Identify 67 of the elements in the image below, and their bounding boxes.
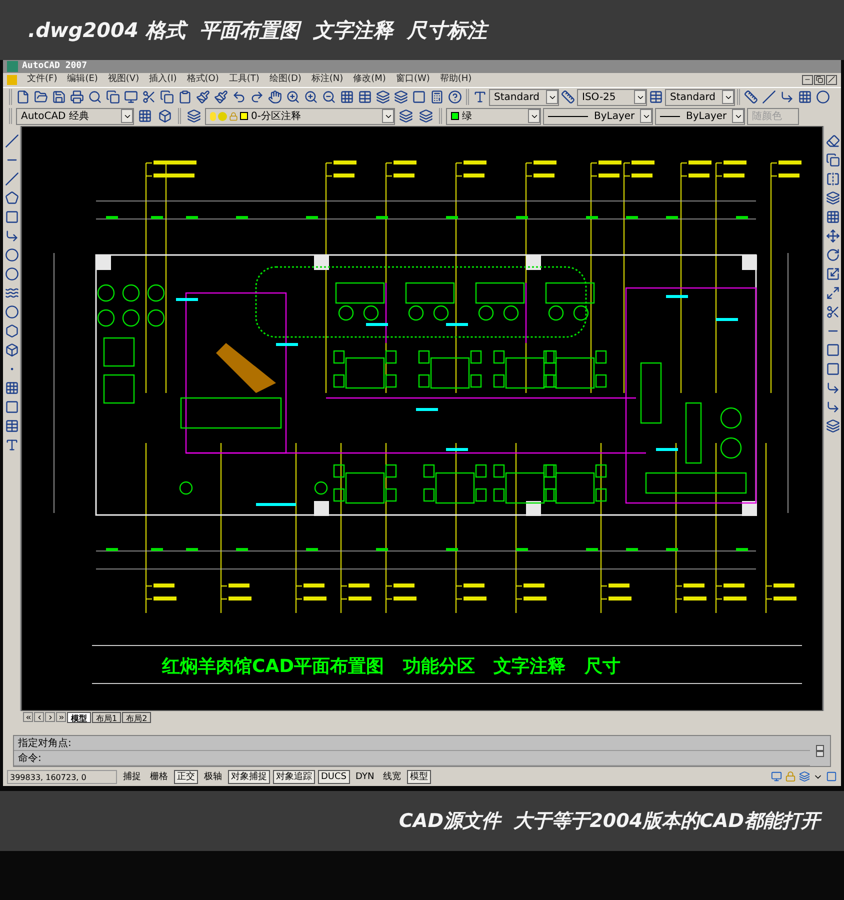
caption: CAD源文件 大于等于2004版本的CAD都能打开: [399, 806, 820, 836]
text-style-dropdown[interactable]: Standard: [489, 88, 559, 106]
plot-icon[interactable]: [68, 88, 86, 106]
status-toggle[interactable]: DYN: [352, 770, 378, 784]
status-toggle[interactable]: 线宽: [380, 770, 404, 784]
window-title: AutoCAD 2007: [22, 60, 88, 73]
layout-tab[interactable]: 布局2: [122, 712, 152, 723]
layer-dropdown[interactable]: 0-分区注释: [205, 108, 395, 125]
lineweight-dropdown[interactable]: ByLayer: [655, 108, 745, 125]
menu-item[interactable]: 窗口(W): [396, 73, 430, 87]
drawing-canvas[interactable]: 红焖羊肉馆CAD平面布置图 功能分区 文字注释 尺寸: [21, 126, 823, 712]
menu-item[interactable]: 格式(O): [186, 73, 219, 87]
polygon-icon[interactable]: [2, 188, 20, 207]
copy-icon[interactable]: [824, 150, 842, 169]
color-dropdown[interactable]: 绿: [446, 108, 541, 125]
status-toggle[interactable]: 捕捉: [120, 770, 144, 784]
move-icon[interactable]: [824, 226, 842, 245]
layer-color-swatch: [240, 112, 248, 120]
restore-icon[interactable]: [814, 74, 825, 85]
scroll-up-icon[interactable]: [816, 745, 824, 752]
next-tab-icon[interactable]: [45, 712, 55, 722]
status-toggle[interactable]: 对象追踪: [273, 770, 315, 784]
menu-item[interactable]: 视图(V): [108, 73, 140, 87]
lock-icon: [229, 112, 238, 121]
linetype-dropdown[interactable]: ByLayer: [543, 108, 653, 125]
app-logo-icon: [7, 61, 18, 72]
dimension-style-icon[interactable]: [559, 88, 577, 106]
sun-icon: [218, 112, 227, 121]
line-icon[interactable]: [2, 132, 20, 150]
command-window[interactable]: 指定对角点: 命令:: [13, 735, 831, 768]
menu-item[interactable]: 编辑(E): [67, 73, 98, 87]
banner-title: .dwg2004 格式 平面布置图 文字注释 尺寸标注: [28, 17, 488, 44]
coordinates: 399833, 160723, 0: [7, 770, 117, 784]
status-toggle[interactable]: 对象捕捉: [228, 770, 270, 784]
status-toggle[interactable]: 正交: [174, 770, 198, 784]
workspace-dropdown[interactable]: AutoCAD 经典: [16, 108, 134, 125]
line-sample: [548, 116, 588, 117]
menu-item[interactable]: 修改(M): [353, 73, 386, 87]
status-toggle[interactable]: 模型: [407, 770, 432, 784]
status-toggle[interactable]: 栅格: [147, 770, 171, 784]
command-line: 指定对角点:: [14, 736, 810, 752]
layout-tab[interactable]: 布局1: [92, 712, 122, 723]
pan-icon[interactable]: [266, 88, 284, 106]
menu-item[interactable]: 绘图(D): [269, 73, 302, 87]
minimize-icon[interactable]: [802, 74, 813, 85]
command-line: 命令:: [14, 751, 810, 766]
lightbulb-icon: [210, 112, 216, 121]
copy-icon[interactable]: [158, 88, 176, 106]
previous-tab-icon[interactable]: [34, 712, 44, 722]
scroll-down-icon[interactable]: [816, 751, 824, 758]
layout-tab[interactable]: 模型: [67, 712, 91, 723]
last-tab-icon[interactable]: [56, 712, 66, 722]
line-sample: [660, 116, 680, 117]
first-tab-icon[interactable]: [23, 712, 33, 722]
status-toggle[interactable]: 极轴: [201, 770, 225, 784]
dimension-style-dropdown[interactable]: ISO-25: [577, 88, 647, 106]
circle-icon[interactable]: [2, 246, 20, 264]
menu-item[interactable]: 文件(F): [27, 73, 58, 87]
menu-item[interactable]: 标注(N): [311, 73, 344, 87]
status-toggle[interactable]: DUCS: [318, 770, 350, 784]
help-icon[interactable]: [446, 88, 464, 106]
drawing-title: 红焖羊肉馆CAD平面布置图 功能分区 文字注释 尺寸: [162, 654, 620, 679]
menu-item[interactable]: 工具(T): [228, 73, 260, 87]
table-style-dropdown[interactable]: Standard: [665, 88, 735, 106]
linear-dimension-icon[interactable]: [742, 88, 760, 106]
menu-item[interactable]: 插入(I): [149, 73, 177, 87]
menu-item[interactable]: 帮助(H): [440, 73, 472, 87]
